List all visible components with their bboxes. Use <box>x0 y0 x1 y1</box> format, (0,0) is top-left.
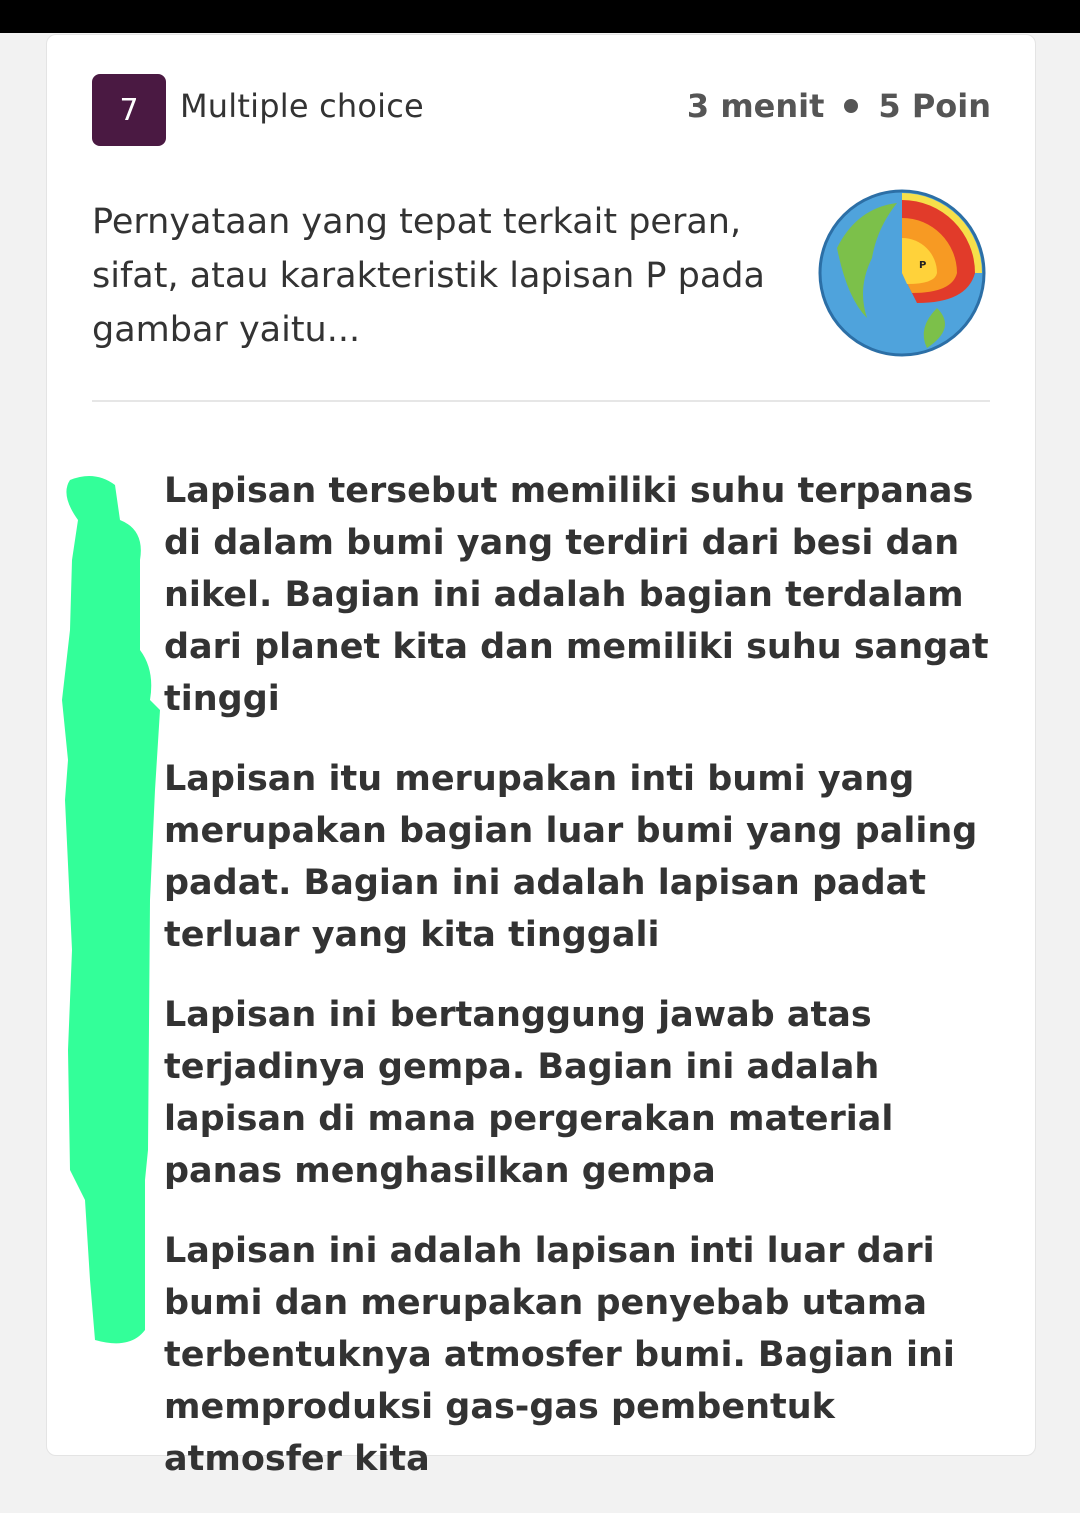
status-bar <box>0 0 1080 33</box>
options-list: Lapisan tersebut memiliki suhu terpanas … <box>164 465 994 1513</box>
answer-option-2[interactable]: Lapisan itu merupakan inti bumi yang mer… <box>164 753 994 961</box>
question-line: gambar yaitu... <box>92 310 361 350</box>
answer-option-4[interactable]: Lapisan ini adalah lapisan inti luar dar… <box>164 1225 994 1485</box>
question-text: Pernyataan yang tepat terkait peran, sif… <box>92 195 792 357</box>
question-line: Pernyataan yang tepat terkait peran, <box>92 202 742 242</box>
answer-option-3[interactable]: Lapisan ini bertanggung jawab atas terja… <box>164 989 994 1197</box>
question-card: 7 Multiple choice 3 menit 5 Poin Pernyat… <box>46 34 1036 1479</box>
separator-dot <box>844 99 859 113</box>
points-value: 5 Poin <box>878 87 991 125</box>
question-type-label: Multiple choice <box>180 87 424 125</box>
question-meta: 3 menit 5 Poin <box>687 87 991 125</box>
question-number-badge: 7 <box>92 74 166 146</box>
answer-option-1[interactable]: Lapisan tersebut memiliki suhu terpanas … <box>164 465 994 725</box>
time-limit: 3 menit <box>686 87 825 125</box>
earth-layers-image: P <box>818 189 986 357</box>
divider <box>92 400 990 402</box>
layer-p-label: P <box>919 260 926 271</box>
question-line: sifat, atau karakteristik lapisan P pada <box>92 256 765 296</box>
